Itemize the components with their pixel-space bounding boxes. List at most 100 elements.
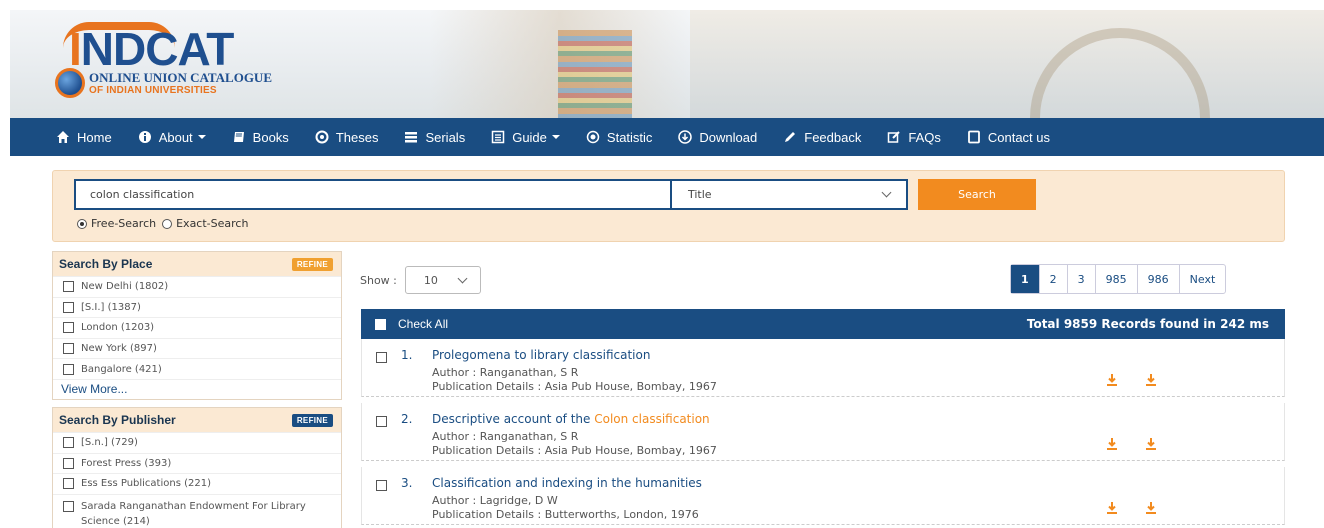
- facet-item-label: Ess Ess Publications (221): [81, 478, 211, 490]
- checkbox[interactable]: [63, 437, 74, 449]
- nav-download-label: Download: [699, 129, 758, 145]
- exact-search-radio[interactable]: Exact-Search: [162, 217, 248, 230]
- facet-item[interactable]: New York (897): [53, 337, 341, 359]
- search-field-select[interactable]: Title: [672, 181, 906, 208]
- facet-item[interactable]: Forest Press (393): [53, 452, 341, 474]
- page-button[interactable]: 985: [1094, 265, 1137, 293]
- nav-home[interactable]: Home: [56, 130, 112, 145]
- page-button[interactable]: 3: [1066, 265, 1095, 293]
- page-button[interactable]: 2: [1038, 265, 1067, 293]
- nav-guide[interactable]: Guide: [491, 130, 560, 145]
- facet-publisher-title: Search By Publisher: [59, 413, 176, 427]
- target-icon: [315, 130, 329, 144]
- nav-about-label: About: [158, 129, 193, 145]
- checkbox-icon: [375, 318, 386, 330]
- record-checkbox[interactable]: [376, 352, 387, 363]
- download-icon[interactable]: [1106, 501, 1118, 515]
- home-icon: [57, 131, 69, 143]
- download-icon[interactable]: [1145, 501, 1157, 515]
- facet-item-label: London (1203): [81, 322, 155, 334]
- result-record: 2. Descriptive account of the Colon clas…: [361, 403, 1285, 461]
- view-more-link[interactable]: View More...: [53, 378, 341, 399]
- page-button[interactable]: 1: [1011, 265, 1039, 293]
- refine-publisher-button[interactable]: REFINE: [291, 413, 333, 427]
- facet-place: Search By Place REFINE New Delhi (1802) …: [52, 251, 342, 400]
- record-title-link[interactable]: Classification and indexing in the human…: [432, 476, 702, 490]
- checkbox[interactable]: [63, 343, 74, 355]
- chevron-down-icon: [457, 273, 468, 283]
- nav-feedback[interactable]: Feedback: [783, 130, 861, 145]
- record-title-text: Classification and indexing in the human…: [432, 476, 702, 490]
- nav-contact[interactable]: Contact us: [967, 130, 1050, 145]
- facet-item[interactable]: London (1203): [53, 317, 341, 338]
- nav-statistic[interactable]: Statistic: [586, 130, 652, 145]
- page-size-value: 10: [423, 273, 438, 287]
- results-header: Check All Total 9859 Records found in 24…: [361, 309, 1285, 339]
- nav-books[interactable]: Books: [232, 130, 289, 145]
- facet-item-label: Bangalore (421): [81, 363, 162, 375]
- page-button[interactable]: 986: [1136, 265, 1179, 293]
- record-title-link[interactable]: Prolegomena to library classification: [432, 348, 650, 362]
- radio-icon: [162, 218, 173, 229]
- facet-item[interactable]: Sarada Ranganathan Endowment For Library…: [53, 493, 341, 528]
- pagination: 1 2 3 985 986 Next: [1010, 264, 1227, 294]
- stats-icon: [586, 130, 600, 144]
- download-icon[interactable]: [1106, 437, 1118, 451]
- nav-theses[interactable]: Theses: [315, 130, 378, 145]
- checkbox[interactable]: [63, 322, 74, 334]
- record-checkbox[interactable]: [376, 416, 387, 427]
- facet-item[interactable]: Ess Ess Publications (221): [53, 473, 341, 494]
- refine-place-button[interactable]: REFINE: [291, 257, 333, 271]
- nav-about[interactable]: About: [138, 130, 206, 145]
- record-title-link[interactable]: Descriptive account of the Colon classif…: [432, 412, 710, 426]
- facet-item[interactable]: [S.I.] (1387): [53, 296, 341, 318]
- check-all-checkbox[interactable]: Check All: [375, 317, 448, 331]
- info-icon: [138, 131, 151, 143]
- logo-subtitle-secondary: OF INDIAN UNIVERSITIES: [89, 85, 217, 96]
- search-button[interactable]: Search: [918, 179, 1036, 210]
- facet-item[interactable]: New Delhi (1802): [53, 276, 341, 297]
- checkbox[interactable]: [63, 363, 74, 375]
- next-page-button[interactable]: Next: [1178, 265, 1226, 293]
- nav-faqs[interactable]: FAQs: [887, 130, 941, 145]
- edit-icon: [888, 131, 901, 143]
- free-search-radio[interactable]: Free-Search: [77, 217, 156, 230]
- nav-home-label: Home: [77, 129, 112, 145]
- search-input[interactable]: [76, 181, 672, 208]
- record-author: Author : Lagridge, D W: [432, 494, 558, 507]
- site-logo[interactable]: INDCAT ONLINE UNION CATALOGUE OF INDIAN …: [55, 20, 295, 102]
- record-author: Author : Ranganathan, S R: [432, 366, 579, 379]
- checkbox[interactable]: [63, 301, 74, 313]
- record-checkbox[interactable]: [376, 480, 387, 491]
- page-size-select[interactable]: 10: [404, 266, 481, 294]
- facet-item[interactable]: Bangalore (421): [53, 358, 341, 379]
- facet-item[interactable]: [S.n.] (729): [53, 432, 341, 453]
- facet-item-label: Forest Press (393): [81, 457, 172, 469]
- checkbox[interactable]: [63, 478, 74, 490]
- list-icon: [405, 132, 418, 143]
- record-publication: Publication Details : Butterworths, Lond…: [432, 508, 699, 521]
- checkbox[interactable]: [63, 281, 74, 293]
- facet-publisher: Search By Publisher REFINE [S.n.] (729) …: [52, 407, 342, 528]
- record-number: 1.: [401, 348, 413, 362]
- chevron-down-icon: [197, 135, 206, 139]
- checkbox[interactable]: [63, 457, 74, 469]
- download-icon: [678, 130, 693, 144]
- nav-guide-label: Guide: [512, 129, 547, 145]
- nav-faqs-label: FAQs: [908, 129, 941, 145]
- nav-download[interactable]: Download: [678, 130, 757, 145]
- download-icon[interactable]: [1106, 373, 1118, 387]
- download-icon[interactable]: [1145, 437, 1157, 451]
- checkbox[interactable]: [63, 500, 74, 512]
- record-publication: Publication Details : Asia Pub House, Bo…: [432, 444, 717, 457]
- download-icon[interactable]: [1145, 373, 1157, 387]
- nav-serials[interactable]: Serials: [404, 130, 465, 145]
- search-field-value: Title: [688, 188, 712, 201]
- facet-publisher-header: Search By Publisher REFINE: [53, 408, 341, 432]
- record-number: 2.: [401, 412, 413, 426]
- logo-wordmark: INDCAT: [69, 23, 234, 75]
- record-title-text: Prolegomena to library classification: [432, 348, 651, 362]
- facet-item-label: [S.I.] (1387): [81, 301, 141, 313]
- nav-feedback-label: Feedback: [804, 129, 862, 145]
- check-all-label: Check All: [398, 317, 449, 331]
